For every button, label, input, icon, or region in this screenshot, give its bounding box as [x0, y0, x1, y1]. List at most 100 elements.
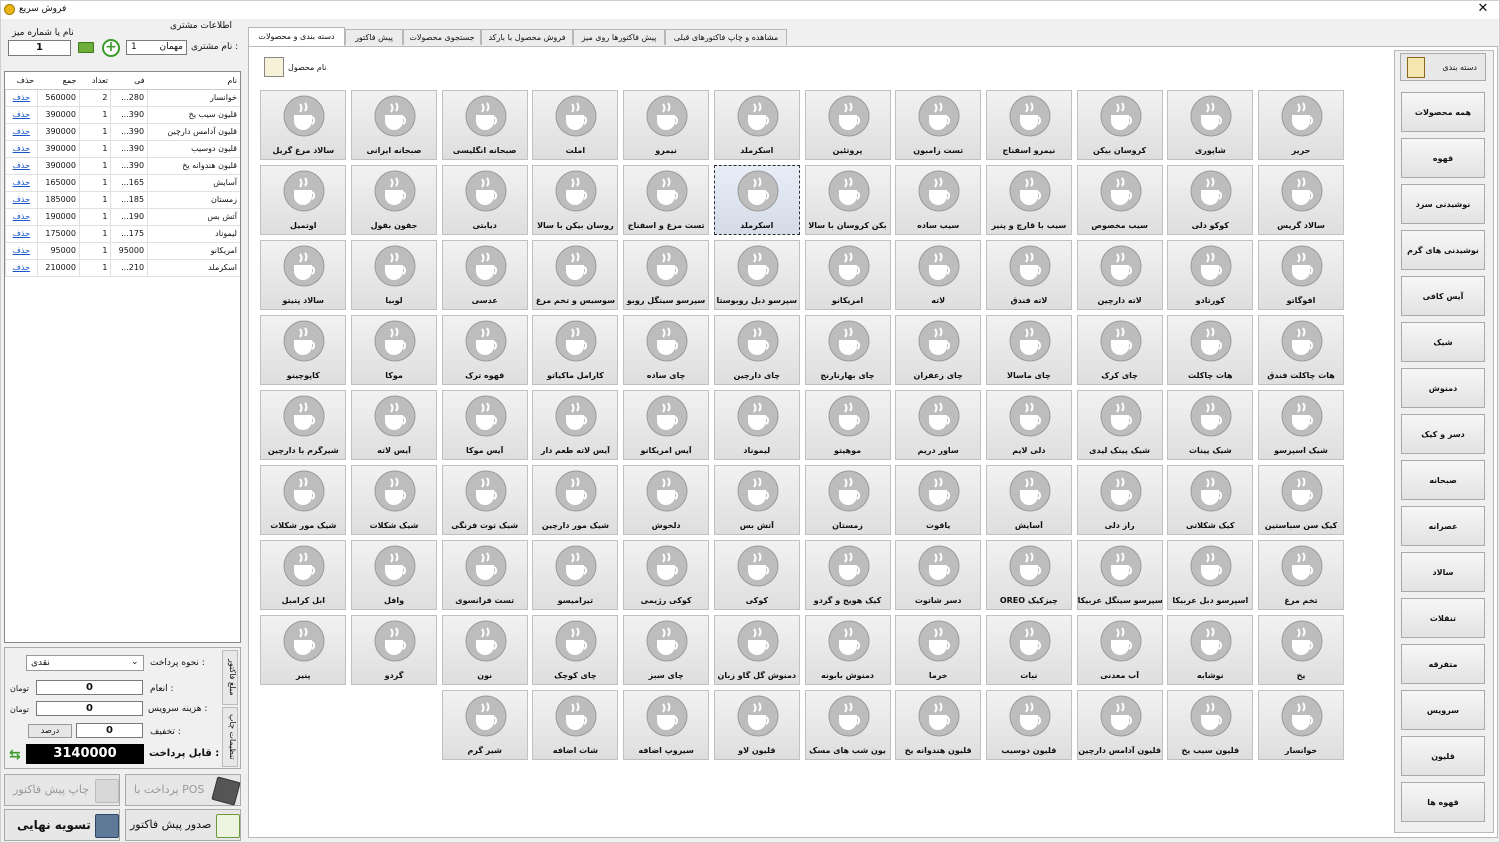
tip-input[interactable]: 0: [36, 680, 143, 695]
order-row[interactable]: قلیون دوسیب 390... 1 390000 حذف: [5, 140, 240, 158]
product-tile[interactable]: آسایش: [985, 465, 1072, 535]
product-tile[interactable]: چای کوچک: [532, 615, 619, 685]
tab-2[interactable]: جستجوی محصولات: [403, 29, 481, 45]
final-settle-button[interactable]: تسویه نهایی: [4, 809, 120, 841]
product-tile[interactable]: راز دلی: [1076, 465, 1163, 535]
category-button[interactable]: دمنوش: [1401, 368, 1485, 408]
category-button[interactable]: سرویس: [1401, 690, 1485, 730]
product-tile[interactable]: سالاد گریس: [1258, 165, 1344, 235]
order-row[interactable]: اسکرملد 210... 1 210000 حذف: [5, 259, 240, 277]
product-tile[interactable]: قلیون لاو: [713, 690, 800, 760]
order-row[interactable]: خوانسار 280... 2 560000 حذف: [5, 89, 240, 107]
product-tile[interactable]: کوکی رژیمی: [623, 540, 710, 610]
product-tile[interactable]: آتش بس: [713, 465, 800, 535]
product-tile[interactable]: پروتئین: [804, 90, 891, 160]
product-tile[interactable]: دلی لایم: [985, 390, 1072, 460]
product-tile[interactable]: OREO چیزکیک: [985, 540, 1072, 610]
category-button[interactable]: تنقلات: [1401, 598, 1485, 638]
product-tile[interactable]: موهیتو: [804, 390, 891, 460]
delete-link[interactable]: حذف: [5, 106, 38, 124]
product-tile[interactable]: شیک پینات: [1167, 390, 1254, 460]
product-tile[interactable]: دلخوش: [623, 465, 710, 535]
product-tile[interactable]: شیک اسپرسو: [1258, 390, 1344, 460]
tab-invoice-amount[interactable]: مبلغ فاکتور: [222, 650, 238, 705]
product-tile[interactable]: جفون بفول: [351, 165, 437, 235]
product-tile[interactable]: شیرگرم با دارچین: [260, 390, 347, 460]
product-tile[interactable]: امریکانو: [804, 240, 891, 310]
product-tile[interactable]: چای ماسالا: [985, 315, 1072, 385]
category-button[interactable]: قهوه: [1401, 138, 1485, 178]
refresh-icon[interactable]: ⇆: [9, 747, 21, 763]
category-button[interactable]: متفرقه: [1401, 644, 1485, 684]
order-row[interactable]: امریکانو 95000 1 95000 حذف: [5, 242, 240, 260]
product-tile[interactable]: هات چاکلت: [1167, 315, 1254, 385]
product-tile[interactable]: دمنوش بابونه: [804, 615, 891, 685]
product-tile[interactable]: شیک شکلات: [351, 465, 437, 535]
delete-link[interactable]: حذف: [5, 157, 38, 175]
product-tile[interactable]: کوکی: [713, 540, 800, 610]
product-tile[interactable]: لاته فندق: [985, 240, 1072, 310]
payment-method-select[interactable]: نقدی ⌄: [26, 655, 144, 671]
product-tile[interactable]: کوکو دلی: [1167, 165, 1254, 235]
tab-1[interactable]: پیش فاکتور: [345, 29, 403, 45]
product-tile[interactable]: آب معدنی: [1076, 615, 1163, 685]
product-tile[interactable]: سیب ساده: [895, 165, 982, 235]
add-customer-icon[interactable]: +: [102, 39, 120, 57]
order-row[interactable]: قلیون آدامس دارچین 390... 1 390000 حذف: [5, 123, 240, 141]
product-tile[interactable]: آیس لاته طعم دار: [532, 390, 619, 460]
product-tile[interactable]: چای کرک: [1076, 315, 1163, 385]
product-tile[interactable]: سیروپ اضافه: [623, 690, 710, 760]
tab-3[interactable]: فروش محصول با بارکد: [481, 29, 573, 45]
product-tile[interactable]: کروسان بیکن: [1076, 90, 1163, 160]
category-button[interactable]: قهوه ها: [1401, 782, 1485, 822]
product-tile[interactable]: نبات: [985, 615, 1072, 685]
product-tile[interactable]: پنیر: [260, 615, 347, 685]
product-tile[interactable]: خوانسار: [1258, 690, 1344, 760]
product-tile[interactable]: تخم مرغ: [1258, 540, 1344, 610]
order-row[interactable]: آسایش 165... 1 165000 حذف: [5, 174, 240, 192]
category-button[interactable]: دسر و کیک: [1401, 414, 1485, 454]
product-tile[interactable]: آیس موکا: [441, 390, 528, 460]
category-button[interactable]: صبحانه: [1401, 460, 1485, 500]
pay-pos-button[interactable]: پرداخت با POS: [125, 774, 241, 806]
category-button[interactable]: شیک: [1401, 322, 1485, 362]
product-tile[interactable]: صبحانه انگلیسی: [441, 90, 528, 160]
product-tile[interactable]: دسر شاتوت: [895, 540, 982, 610]
product-tile[interactable]: تیرامیسو: [532, 540, 619, 610]
product-tile[interactable]: نوشابه: [1167, 615, 1254, 685]
product-tile[interactable]: کیک هویج و گردو: [804, 540, 891, 610]
product-tile[interactable]: اوتمیل: [260, 165, 347, 235]
discount-input[interactable]: 0: [76, 723, 143, 738]
card-icon[interactable]: [78, 42, 94, 53]
product-tile[interactable]: چای دارچین: [713, 315, 800, 385]
category-button[interactable]: نوشیدنی های گرم: [1401, 230, 1485, 270]
delete-link[interactable]: حذف: [5, 225, 38, 243]
product-tile[interactable]: لوبیا: [351, 240, 437, 310]
product-tile[interactable]: شیک مور دارچین: [532, 465, 619, 535]
product-tile[interactable]: شیر گرم: [441, 690, 528, 760]
product-tile[interactable]: موکا: [351, 315, 437, 385]
product-tile[interactable]: سپرسو دبل روبوستا: [713, 240, 800, 310]
product-tile[interactable]: کاپوچینو: [260, 315, 347, 385]
order-row[interactable]: قلیون هندوانه یخ 390... 1 390000 حذف: [5, 157, 240, 175]
product-tile[interactable]: لاته: [895, 240, 982, 310]
product-tile[interactable]: اسپرسو دبل عربیکا: [1167, 540, 1254, 610]
table-number-input[interactable]: 1: [8, 40, 71, 56]
product-tile[interactable]: قهوه ترک: [441, 315, 528, 385]
category-button[interactable]: قلیون: [1401, 736, 1485, 776]
delete-link[interactable]: حذف: [5, 259, 38, 277]
product-tile[interactable]: آیس امریکانو: [623, 390, 710, 460]
delete-link[interactable]: حذف: [5, 208, 38, 226]
product-tile[interactable]: یخ: [1258, 615, 1344, 685]
product-tile[interactable]: سپرسو سینگل روبو: [623, 240, 710, 310]
order-row[interactable]: قلیون سیب یخ 390... 1 390000 حذف: [5, 106, 240, 124]
product-tile[interactable]: تست مرغ و اسفناج: [623, 165, 710, 235]
service-fee-input[interactable]: 0: [36, 701, 143, 716]
print-preinvoice-button[interactable]: چاپ پیش فاکتور: [4, 774, 120, 806]
product-tile[interactable]: سپرسو سینگل عربیکا: [1076, 540, 1163, 610]
product-tile[interactable]: قلیون سیب یخ: [1167, 690, 1254, 760]
product-tile[interactable]: دیابتی: [441, 165, 528, 235]
product-tile[interactable]: گردو: [351, 615, 437, 685]
product-tile[interactable]: سیب مخصوص: [1076, 165, 1163, 235]
product-tile[interactable]: یاقوت: [895, 465, 982, 535]
